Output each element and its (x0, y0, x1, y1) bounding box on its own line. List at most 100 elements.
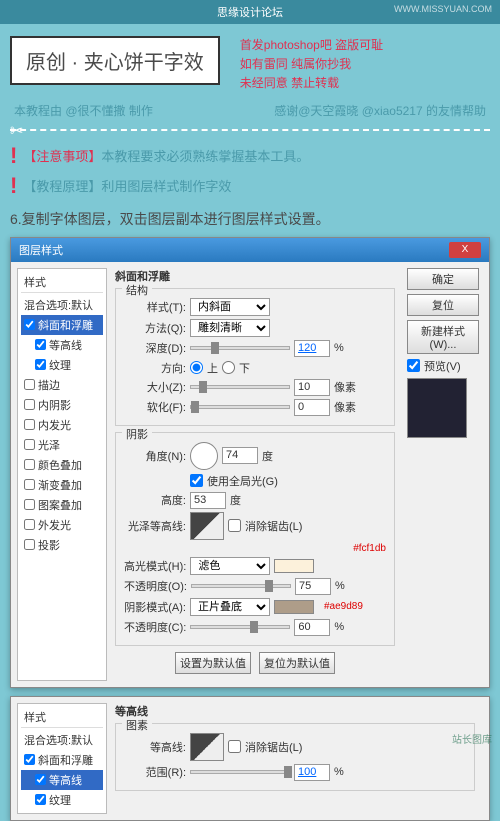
highlight-color-swatch[interactable] (274, 559, 314, 573)
styles-list: 样式 混合选项:默认 斜面和浮雕 等高线 纹理 描边 内阴影 内发光 光泽 颜色… (17, 268, 107, 681)
soften-value[interactable]: 0 (294, 399, 330, 416)
principle-label: 【教程原理】 (23, 176, 101, 195)
soften-label: 软化(F): (124, 399, 186, 415)
outer-glow-checkbox[interactable] (24, 519, 35, 530)
altitude-value[interactable]: 53 (190, 492, 226, 509)
contour-sub-item[interactable]: 等高线 (21, 335, 103, 355)
divider: ✂ (10, 129, 490, 131)
scissor-icon: ✂ (10, 121, 23, 141)
watermark-url: WWW.MISSYUAN.COM (394, 4, 492, 14)
shadow-mode-select[interactable]: 正片叠底 (190, 598, 270, 616)
texture-checkbox-2[interactable] (35, 794, 46, 805)
contour-checkbox-2[interactable] (35, 774, 46, 785)
bevel-checkbox-2[interactable] (24, 754, 35, 765)
preview-thumbnail (407, 378, 467, 438)
blend-options-item[interactable]: 混合选项:默认 (21, 295, 103, 315)
stroke-checkbox[interactable] (24, 379, 35, 390)
opacity1-label: 不透明度(O): (124, 578, 187, 594)
preview-checkbox[interactable] (407, 359, 420, 372)
warn-line-3: 未经同意 禁止转载 (240, 74, 383, 93)
shadow-hex: #ae9d89 (324, 601, 363, 612)
angle-dial[interactable] (190, 442, 218, 470)
warn-line-2: 如有雷同 纯属你抄我 (240, 55, 383, 74)
opacity2-label: 不透明度(C): (124, 619, 186, 635)
angle-value[interactable]: 74 (222, 447, 258, 464)
blend-options-item-2[interactable]: 混合选项:默认 (21, 730, 103, 750)
gradient-overlay-item[interactable]: 渐变叠加 (21, 475, 103, 495)
texture-item-2[interactable]: 纹理 (21, 790, 103, 810)
attention-label: 【注意事项】 (23, 146, 101, 165)
reset-default-button[interactable]: 复位为默认值 (259, 652, 335, 674)
contour-checkbox[interactable] (35, 339, 46, 350)
structure-group: 结构 样式(T):内斜面 方法(Q):雕刻清晰 深度(D):120% 方向:上下… (115, 288, 395, 426)
forum-name: 思缘设计论坛 (217, 7, 283, 19)
highlight-mode-select[interactable]: 滤色 (190, 557, 270, 575)
structure-label: 结构 (122, 282, 152, 298)
gradient-overlay-checkbox[interactable] (24, 479, 35, 490)
opacity1-slider[interactable] (191, 584, 291, 588)
set-default-button[interactable]: 设置为默认值 (175, 652, 251, 674)
layer-style-dialog: 图层样式 X 样式 混合选项:默认 斜面和浮雕 等高线 纹理 描边 内阴影 内发… (10, 237, 490, 688)
global-light-checkbox[interactable] (190, 474, 203, 487)
ok-button[interactable]: 确定 (407, 268, 479, 290)
method-label: 方法(Q): (124, 320, 186, 336)
contour-swatch[interactable] (190, 733, 224, 761)
dialog-title-text: 图层样式 (19, 242, 63, 258)
opacity2-slider[interactable] (190, 625, 290, 629)
elements-group: 图素 等高线:消除锯齿(L) 范围(R):100% (115, 723, 475, 791)
cancel-button[interactable]: 复位 (407, 294, 479, 316)
color-overlay-item[interactable]: 颜色叠加 (21, 455, 103, 475)
method-select[interactable]: 雕刻清晰 (190, 319, 270, 337)
principle-text: 利用图层样式制作字效 (101, 176, 231, 195)
close-icon[interactable]: X (449, 242, 481, 258)
pattern-overlay-item[interactable]: 图案叠加 (21, 495, 103, 515)
texture-checkbox[interactable] (35, 359, 46, 370)
size-value[interactable]: 10 (294, 379, 330, 396)
new-style-button[interactable]: 新建样式(W)... (407, 320, 479, 354)
texture-sub-item[interactable]: 纹理 (21, 355, 103, 375)
styles-header-2: 样式 (21, 707, 103, 728)
stroke-item[interactable]: 描边 (21, 375, 103, 395)
opacity1-value[interactable]: 75 (295, 578, 331, 595)
color-overlay-checkbox[interactable] (24, 459, 35, 470)
antialias-checkbox-2[interactable] (228, 740, 241, 753)
dialog-titlebar[interactable]: 图层样式 X (11, 238, 489, 262)
highlight-hex: #fcf1db (353, 543, 386, 554)
style-select[interactable]: 内斜面 (190, 298, 270, 316)
size-slider[interactable] (190, 385, 290, 389)
dir-up-radio[interactable] (190, 361, 203, 374)
soften-slider[interactable] (190, 405, 290, 409)
outer-glow-item[interactable]: 外发光 (21, 515, 103, 535)
inner-shadow-item[interactable]: 内阴影 (21, 395, 103, 415)
inner-glow-item[interactable]: 内发光 (21, 415, 103, 435)
shadow-color-swatch[interactable] (274, 600, 314, 614)
title-area: 原创 · 夹心饼干字效 首发photoshop吧 盗版可耻 如有雷同 纯属你抄我… (10, 36, 490, 94)
inner-shadow-checkbox[interactable] (24, 399, 35, 410)
bevel-settings: 斜面和浮雕 结构 样式(T):内斜面 方法(Q):雕刻清晰 深度(D):120%… (107, 268, 403, 681)
pattern-overlay-checkbox[interactable] (24, 499, 35, 510)
bevel-item-2[interactable]: 斜面和浮雕 (21, 750, 103, 770)
depth-slider[interactable] (190, 346, 290, 350)
bang-icon: ! (10, 143, 17, 169)
opacity2-value[interactable]: 60 (294, 619, 330, 636)
credit-thanks: 感谢@天空霞晓 @xiao5217 的友情帮助 (274, 102, 486, 119)
bevel-item[interactable]: 斜面和浮雕 (21, 315, 103, 335)
drop-shadow-item[interactable]: 投影 (21, 535, 103, 555)
gloss-contour-swatch[interactable] (190, 512, 224, 540)
range-value[interactable]: 100 (294, 764, 330, 781)
satin-item[interactable]: 光泽 (21, 435, 103, 455)
satin-checkbox[interactable] (24, 439, 35, 450)
attention-text: 本教程要求必须熟练掌握基本工具。 (101, 146, 309, 165)
contour-item-2[interactable]: 等高线 (21, 770, 103, 790)
step-text: 6.复制字体图层，双击图层副本进行图层样式设置。 (0, 201, 500, 237)
styles-header: 样式 (21, 272, 103, 293)
inner-glow-checkbox[interactable] (24, 419, 35, 430)
bevel-checkbox[interactable] (24, 319, 35, 330)
depth-value[interactable]: 120 (294, 340, 330, 357)
range-label: 范围(R): (124, 764, 186, 780)
antialias-checkbox[interactable] (228, 519, 241, 532)
dir-down-radio[interactable] (222, 361, 235, 374)
range-slider[interactable] (190, 770, 290, 774)
footer-watermark: 站长图库 (452, 731, 492, 746)
drop-shadow-checkbox[interactable] (24, 539, 35, 550)
